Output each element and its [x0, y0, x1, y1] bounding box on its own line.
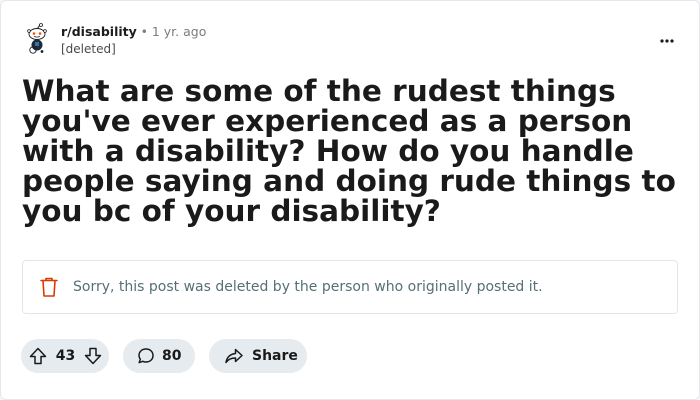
upvote-icon[interactable]	[28, 346, 48, 366]
comments-button[interactable]: 80	[123, 339, 195, 373]
more-options-icon	[660, 39, 674, 43]
share-label: Share	[252, 348, 298, 364]
more-options-button[interactable]	[657, 31, 677, 51]
subreddit-avatar-icon[interactable]	[21, 23, 53, 55]
comment-icon	[137, 347, 155, 365]
post-title[interactable]: What are some of the rudest things you'v…	[22, 76, 682, 226]
post-time: 1 yr. ago	[151, 24, 207, 39]
meta-separator: •	[140, 25, 148, 39]
post-meta-line: r/disability • 1 yr. ago	[61, 24, 206, 39]
post-author: [deleted]	[61, 42, 116, 56]
vote-control: 43	[21, 339, 109, 373]
post-actions: 43 80 Share	[21, 339, 307, 373]
vote-count: 43	[55, 348, 76, 364]
downvote-icon[interactable]	[83, 346, 103, 366]
post-card: r/disability • 1 yr. ago [deleted] What …	[0, 0, 700, 400]
trash-icon	[39, 276, 59, 298]
post-header: r/disability • 1 yr. ago [deleted]	[21, 23, 206, 56]
subreddit-link[interactable]: r/disability	[61, 24, 137, 39]
share-button[interactable]: Share	[209, 339, 307, 373]
deleted-post-notice: Sorry, this post was deleted by the pers…	[22, 260, 678, 314]
share-icon	[224, 347, 244, 365]
comment-count: 80	[162, 348, 182, 364]
post-meta: r/disability • 1 yr. ago [deleted]	[61, 24, 206, 56]
deleted-notice-text: Sorry, this post was deleted by the pers…	[73, 279, 543, 295]
